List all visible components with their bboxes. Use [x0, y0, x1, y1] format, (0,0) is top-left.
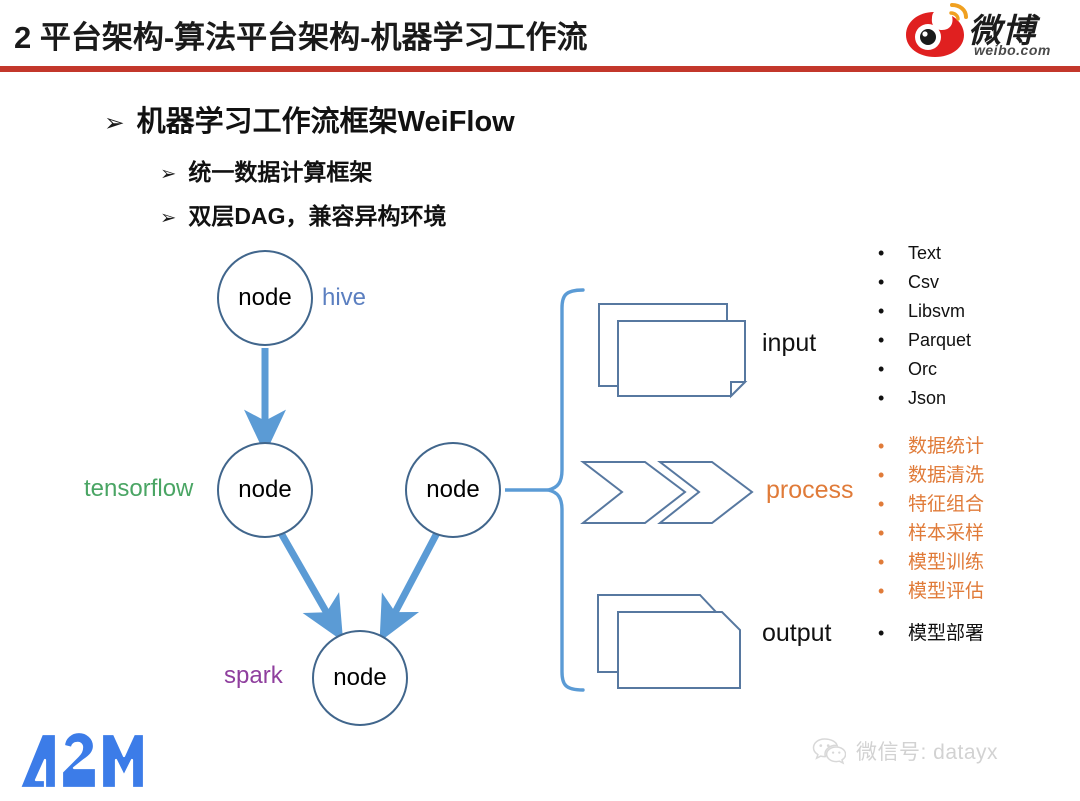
list-item: • 模型评估 — [878, 582, 984, 601]
list-item: • 数据统计 — [878, 437, 984, 456]
list-item-label: 数据清洗 — [908, 465, 985, 486]
list-item-label: Libsvm — [908, 301, 966, 321]
list-item: • Text — [878, 244, 971, 262]
bullet-dot-icon: • — [878, 330, 885, 350]
list-item-label: Json — [908, 388, 947, 408]
edge-midright-to-bottom — [379, 531, 441, 642]
list-item: • 样本采样 — [878, 524, 984, 543]
stage-label-process: process — [766, 476, 854, 504]
bullet-level2-item-2: ➢ 双层DAG，兼容异构环境 — [160, 197, 447, 231]
bullet-dot-icon: • — [878, 465, 885, 485]
list-item: • Parquet — [878, 331, 971, 349]
bullet-dot-icon: • — [878, 436, 885, 456]
bullet-dot-icon: • — [878, 623, 885, 643]
bullet-level1: ➢ 机器学习工作流框架WeiFlow — [104, 98, 515, 140]
list-item: • 模型部署 — [878, 624, 984, 643]
wechat-footer: 微信号: datayx — [812, 736, 998, 766]
list-item-label: 模型训练 — [908, 552, 985, 573]
bullet-dot-icon: • — [878, 494, 885, 514]
engine-label-tensorflow: tensorflow — [84, 475, 194, 502]
dag-node-label: node — [426, 476, 480, 503]
chevrons-icon — [580, 461, 754, 524]
list-item: • 数据清洗 — [878, 466, 984, 485]
dag-node-label: node — [238, 284, 292, 311]
list-item: • Orc — [878, 360, 971, 378]
bullet-dot-icon: • — [878, 552, 885, 572]
dag-node-label: node — [333, 664, 387, 691]
bullet-level2-label: 统一数据计算框架 — [188, 159, 373, 185]
list-item: • Json — [878, 389, 971, 407]
slide-canvas: 2 平台架构-算法平台架构-机器学习工作流 微博 weibo.com ➢ 机器学… — [0, 0, 1080, 801]
weibo-logo-subtext: weibo.com — [974, 42, 1051, 58]
list-item: • Csv — [878, 273, 971, 291]
list-item-label: Text — [908, 243, 942, 263]
a2m-logo — [18, 730, 146, 790]
bullet-dot-icon: • — [878, 272, 885, 292]
stage-label-output: output — [762, 619, 832, 647]
bullet-dot-icon: • — [878, 359, 885, 379]
dag-node-top[interactable]: node — [217, 250, 313, 346]
bullet-dot-icon: • — [878, 523, 885, 543]
grouping-brace-icon — [547, 288, 585, 692]
input-format-list: • Text • Csv • Libsvm • Parquet • Orc • … — [878, 244, 971, 418]
bullet-dot-icon: • — [878, 301, 885, 321]
list-item-label: 样本采样 — [908, 523, 985, 544]
list-item: • 特征组合 — [878, 495, 984, 514]
weibo-logo: 微博 weibo.com — [904, 2, 1072, 64]
wechat-icon — [812, 738, 846, 765]
dag-node-mid-right[interactable]: node — [405, 442, 501, 538]
bullet-level2-item-1: ➢ 统一数据计算框架 — [160, 153, 372, 187]
list-item-label: 特征组合 — [908, 494, 985, 515]
dag-node-label: node — [238, 476, 292, 503]
bullet-level2-label: 双层DAG，兼容异构环境 — [188, 203, 447, 229]
documents-cut-corner-icon — [597, 594, 741, 689]
stage-label-input: input — [762, 329, 817, 357]
page-title: 2 平台架构-算法平台架构-机器学习工作流 — [14, 20, 588, 55]
list-item-label: Parquet — [908, 330, 972, 350]
list-item-label: 数据统计 — [908, 436, 985, 457]
list-item-label: 模型部署 — [908, 623, 985, 644]
engine-label-hive: hive — [322, 284, 367, 311]
weibo-eye-icon — [906, 3, 968, 57]
title-divider — [0, 66, 1080, 72]
bullet-dot-icon: • — [878, 243, 885, 263]
edge-midleft-to-bottom — [277, 531, 344, 642]
engine-label-spark: spark — [224, 662, 283, 689]
bullet-dot-icon: • — [878, 388, 885, 408]
bullet-dot-icon: • — [878, 581, 885, 601]
arrow-bullet-icon: ➢ — [104, 110, 125, 137]
output-step-list: • 模型部署 — [878, 624, 984, 643]
arrow-bullet-icon: ➢ — [160, 207, 177, 229]
list-item-label: Orc — [908, 359, 937, 379]
list-item: • Libsvm — [878, 302, 971, 320]
process-step-list: • 数据统计 • 数据清洗 • 特征组合 • 样本采样 • 模型训练 • 模型评… — [878, 437, 984, 611]
list-item: • 模型训练 — [878, 553, 984, 572]
dag-node-mid-left[interactable]: node — [217, 442, 313, 538]
arrow-bullet-icon: ➢ — [160, 163, 177, 185]
wechat-id-text: 微信号: datayx — [856, 741, 999, 764]
dag-node-bottom[interactable]: node — [312, 630, 408, 726]
bullet-level1-label: 机器学习工作流框架WeiFlow — [136, 106, 515, 138]
list-item-label: 模型评估 — [908, 581, 985, 602]
documents-icon — [598, 303, 748, 399]
list-item-label: Csv — [908, 272, 939, 292]
